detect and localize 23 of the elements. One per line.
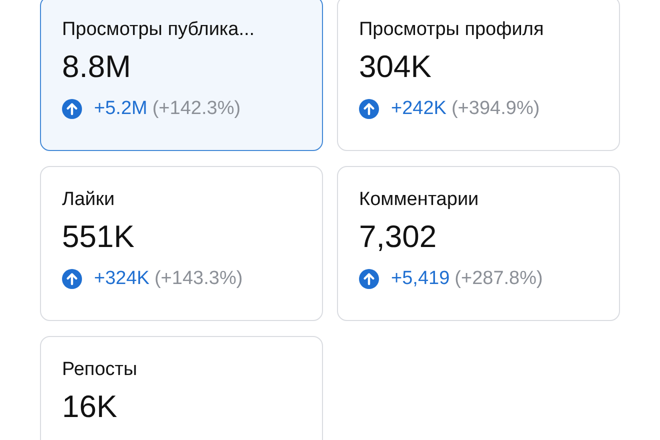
change-value: +5,419: [391, 268, 450, 290]
stat-card[interactable]: Просмотры публика... 8.8M +5.2M (+142.3%): [40, 0, 323, 151]
stat-value: 304K: [359, 48, 432, 86]
stat-card[interactable]: Репосты 16K: [40, 336, 323, 440]
stat-label: Просмотры публика...: [62, 18, 255, 42]
stat-label: Просмотры профиля: [359, 18, 544, 42]
stat-value: 16K: [62, 388, 118, 426]
stat-card[interactable]: Просмотры профиля 304K +242K (+394.9%): [337, 0, 620, 151]
stat-label: Комментарии: [359, 188, 479, 212]
stat-card[interactable]: Лайки 551K +324K (+143.3%): [40, 166, 323, 321]
change-percent: (+394.9%): [451, 98, 540, 120]
change-value: +5.2M: [94, 98, 148, 120]
change-value: +242K: [391, 98, 446, 120]
stat-label: Лайки: [62, 188, 115, 212]
change-percent: (+287.8%): [454, 268, 543, 290]
stat-value: 7,302: [359, 218, 437, 256]
stat-card[interactable]: Комментарии 7,302 +5,419 (+287.8%): [337, 166, 620, 321]
change-value: +324K: [94, 268, 150, 290]
stat-value: 8.8M: [62, 48, 131, 86]
stat-value: 551K: [62, 218, 134, 256]
change-percent: (+143.3%): [154, 268, 243, 290]
change-percent: (+142.3%): [152, 98, 241, 120]
stat-label: Репосты: [62, 358, 138, 382]
